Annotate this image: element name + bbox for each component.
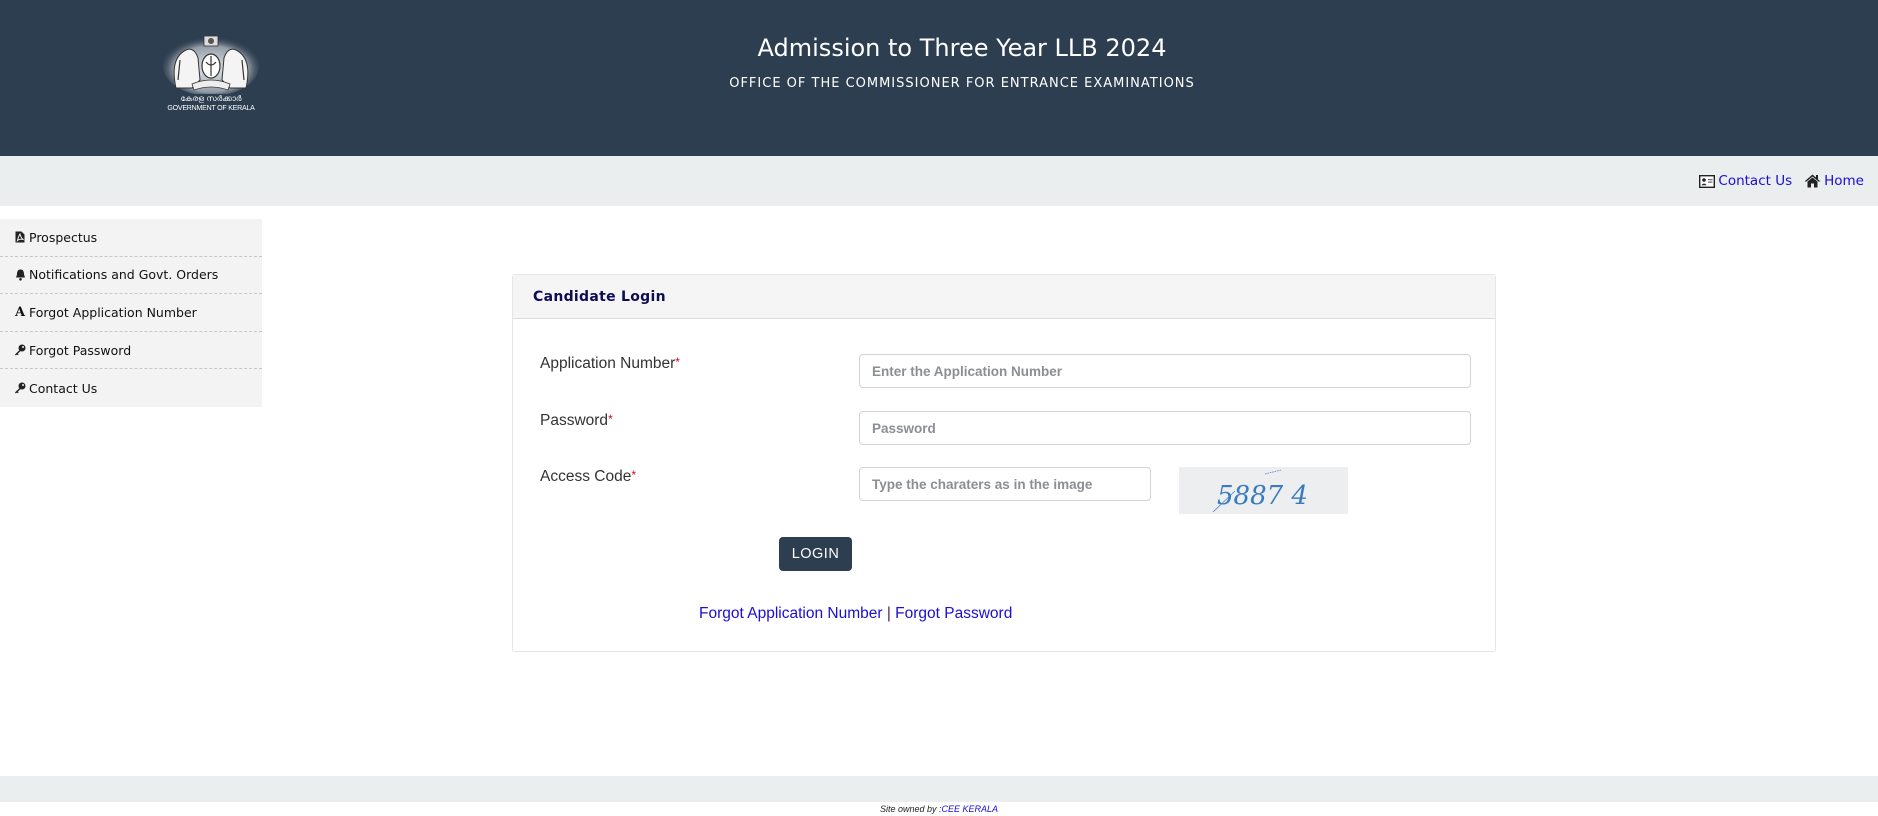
sidebar-item-notifications[interactable]: Notifications and Govt. Orders [0, 257, 262, 295]
password-label: Password* [540, 412, 613, 430]
access-code-label: Access Code* [540, 468, 636, 486]
nav-home-label: Home [1824, 173, 1864, 189]
sidebar-item-forgot-password[interactable]: Forgot Password [0, 332, 262, 370]
card-header: Candidate Login [513, 275, 1495, 319]
top-navbar: Contact Us Home [0, 156, 1878, 206]
sidebar-item-label: Forgot Password [29, 342, 132, 358]
key-icon [13, 382, 27, 394]
sidebar-item-contact-us[interactable]: Contact Us [0, 369, 262, 407]
card-title: Candidate Login [533, 288, 666, 305]
home-icon [1804, 174, 1821, 188]
sidebar-item-label: Forgot Application Number [29, 304, 197, 320]
contact-card-icon [1699, 174, 1716, 188]
nav-contact-us-label: Contact Us [1718, 173, 1793, 189]
letter-a-icon: A [14, 304, 26, 320]
login-button[interactable]: LOGIN [779, 537, 852, 571]
application-number-label: Application Number* [540, 355, 680, 373]
recovery-links: Forgot Application Number | Forgot Passw… [699, 605, 1012, 623]
sidebar-item-forgot-application-number[interactable]: A Forgot Application Number [0, 294, 262, 332]
link-separator: | [886, 605, 891, 622]
sidebar-item-label: Notifications and Govt. Orders [29, 267, 219, 283]
site-header: കേരള സർക്കാർ GOVERNMENT OF KERALA Admiss… [0, 0, 1878, 156]
forgot-application-number-link[interactable]: Forgot Application Number [699, 605, 883, 622]
logo-malayalam-text: കേരള സർക്കാർ [180, 94, 242, 103]
forgot-password-link[interactable]: Forgot Password [895, 605, 1012, 622]
sidebar-item-label: Prospectus [29, 229, 98, 245]
required-mark: * [608, 412, 613, 426]
sidebar-item-prospectus[interactable]: Prospectus [0, 219, 262, 257]
sidebar-menu: Prospectus Notifications and Govt. Order… [0, 219, 262, 407]
password-label-text: Password [540, 412, 609, 429]
nav-links: Contact Us Home [1699, 173, 1864, 189]
password-input[interactable] [859, 411, 1471, 445]
pdf-file-icon [13, 231, 27, 243]
application-number-label-text: Application Number [540, 355, 676, 372]
footer-owner-link[interactable]: CEE KERALA [942, 804, 999, 814]
required-mark: * [631, 468, 636, 482]
access-code-label-text: Access Code [540, 468, 632, 485]
captcha-text: 5887 4 [1217, 481, 1308, 511]
footer-prefix: Site owned by : [879, 804, 942, 814]
logo-english-text: GOVERNMENT OF KERALA [167, 105, 255, 112]
bell-icon [13, 269, 27, 281]
required-mark: * [675, 355, 680, 369]
site-footer: Site owned by : CEE KERALA [0, 776, 1878, 814]
application-number-input[interactable] [859, 354, 1471, 388]
candidate-login-card: Candidate Login Application Number* Pass… [512, 274, 1496, 652]
page-subtitle: OFFICE OF THE COMMISSIONER FOR ENTRANCE … [729, 76, 1195, 91]
access-code-input[interactable] [859, 467, 1151, 501]
key-icon [13, 344, 27, 356]
nav-home-link[interactable]: Home [1804, 173, 1864, 189]
page-title: Admission to Three Year LLB 2024 [757, 34, 1167, 62]
nav-contact-us-link[interactable]: Contact Us [1699, 173, 1792, 189]
footer-text: Site owned by : CEE KERALA [880, 790, 998, 814]
sidebar-item-label: Contact Us [29, 380, 98, 396]
captcha-image: 5887 4 [1179, 467, 1348, 514]
